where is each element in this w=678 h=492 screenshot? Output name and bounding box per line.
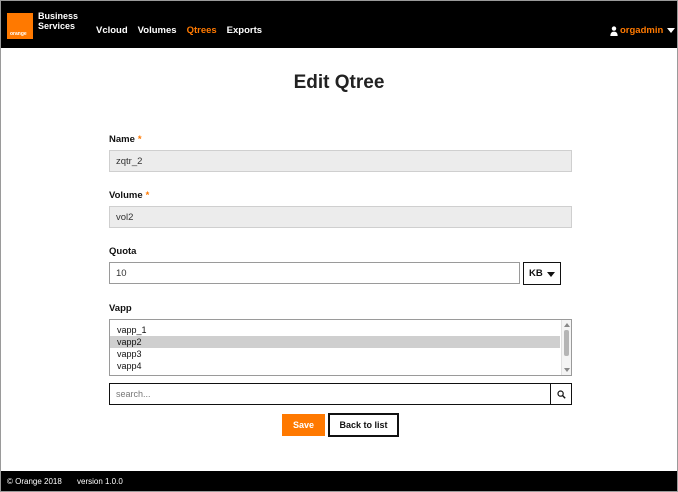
quota-label: Quota <box>109 246 137 257</box>
name-label-text: Name <box>109 134 135 145</box>
name-field[interactable] <box>109 150 572 172</box>
vapp-options: vapp_1 vapp2 vapp3 vapp4 <box>110 324 560 372</box>
nav-vcloud[interactable]: Vcloud <box>96 25 128 36</box>
version-text: version 1.0.0 <box>77 477 123 486</box>
volume-field[interactable] <box>109 206 572 228</box>
nav-exports[interactable]: Exports <box>227 25 262 36</box>
quota-unit-value: KB <box>529 268 543 279</box>
vapp-search-input[interactable] <box>109 383 550 405</box>
listbox-scrollbar[interactable] <box>561 320 571 375</box>
list-item[interactable]: vapp3 <box>110 348 560 360</box>
search-button[interactable] <box>550 383 572 405</box>
logo-text: orange <box>10 31 27 37</box>
nav-volumes[interactable]: Volumes <box>138 25 177 36</box>
required-mark: * <box>137 134 142 145</box>
list-item[interactable]: vapp_1 <box>110 324 560 336</box>
quota-field[interactable] <box>109 262 520 284</box>
scroll-down-icon[interactable] <box>564 368 570 372</box>
main-nav: Vcloud Volumes Qtrees Exports <box>96 25 262 36</box>
scrollbar-thumb[interactable] <box>564 330 569 356</box>
user-menu[interactable]: orgadmin <box>610 25 663 36</box>
back-to-list-button[interactable]: Back to list <box>328 413 399 437</box>
scroll-up-icon[interactable] <box>564 323 570 327</box>
list-item-selected[interactable]: vapp2 <box>110 336 560 348</box>
user-icon <box>610 25 618 36</box>
chevron-down-icon <box>547 272 555 277</box>
vapp-listbox[interactable]: vapp_1 vapp2 vapp3 vapp4 <box>109 319 572 376</box>
required-mark: * <box>145 190 150 201</box>
orange-logo[interactable]: orange <box>7 13 33 39</box>
top-navigation-bar: orange Business Services Vcloud Volumes … <box>1 1 677 48</box>
brand-name: Business Services <box>38 11 78 31</box>
footer: © Orange 2018 version 1.0.0 <box>1 471 677 491</box>
brand-line-1: Business <box>38 11 79 21</box>
search-icon <box>556 389 566 399</box>
user-name: orgadmin <box>620 25 664 36</box>
name-label: Name * <box>109 134 142 145</box>
copyright-text: © Orange 2018 <box>7 477 62 486</box>
page-title: Edit Qtree <box>293 72 385 93</box>
chevron-down-icon[interactable] <box>667 28 675 33</box>
list-item[interactable]: vapp4 <box>110 360 560 372</box>
nav-qtrees[interactable]: Qtrees <box>187 25 217 36</box>
volume-label: Volume * <box>109 190 149 201</box>
brand-line-2: Services <box>38 21 76 31</box>
quota-unit-select[interactable]: KB <box>523 262 561 285</box>
save-button[interactable]: Save <box>282 414 325 436</box>
volume-label-text: Volume <box>109 190 143 201</box>
vapp-label: Vapp <box>109 303 132 314</box>
